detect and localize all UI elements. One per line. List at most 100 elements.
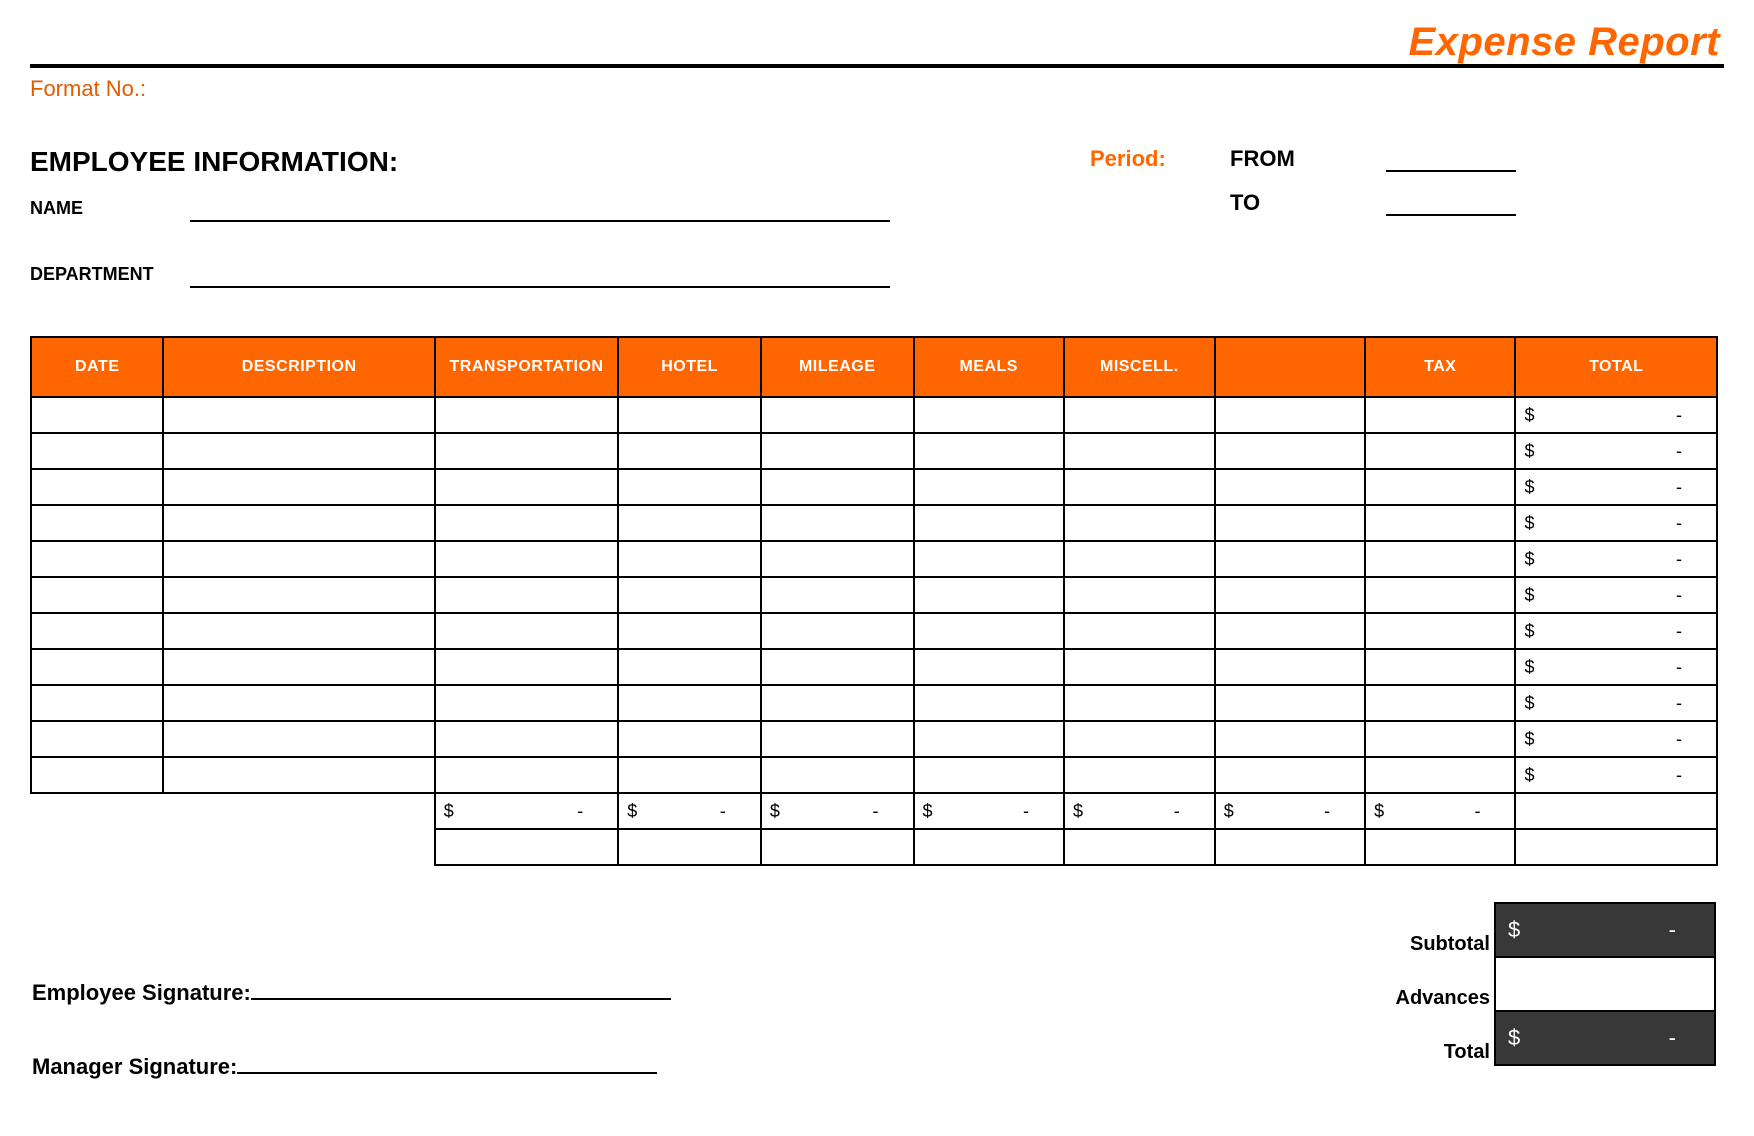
table-cell[interactable] (31, 613, 163, 649)
table-cell[interactable] (618, 505, 761, 541)
table-cell[interactable] (914, 469, 1064, 505)
table-cell[interactable] (435, 505, 619, 541)
table-cell[interactable] (1215, 577, 1365, 613)
table-cell[interactable] (914, 757, 1064, 793)
table-cell[interactable] (31, 397, 163, 433)
table-cell[interactable] (761, 541, 914, 577)
table-cell[interactable] (435, 433, 619, 469)
table-cell[interactable] (435, 397, 619, 433)
table-cell[interactable] (914, 649, 1064, 685)
table-cell[interactable] (761, 757, 914, 793)
table-cell[interactable] (1215, 685, 1365, 721)
table-cell[interactable] (1064, 649, 1215, 685)
table-cell[interactable] (435, 649, 619, 685)
table-cell[interactable] (1215, 721, 1365, 757)
table-cell[interactable] (761, 613, 914, 649)
table-cell[interactable] (761, 721, 914, 757)
table-cell[interactable] (1365, 397, 1515, 433)
table-cell[interactable] (618, 577, 761, 613)
table-cell[interactable] (914, 685, 1064, 721)
table-cell[interactable] (163, 541, 434, 577)
table-cell[interactable] (163, 613, 434, 649)
table-cell[interactable] (761, 505, 914, 541)
table-cell[interactable] (1215, 649, 1365, 685)
table-cell[interactable] (163, 505, 434, 541)
table-cell[interactable] (914, 613, 1064, 649)
table-cell[interactable] (31, 649, 163, 685)
table-cell[interactable] (31, 505, 163, 541)
table-cell[interactable] (163, 577, 434, 613)
table-cell[interactable] (761, 397, 914, 433)
table-cell[interactable] (435, 685, 619, 721)
table-cell[interactable] (31, 685, 163, 721)
table-cell[interactable] (618, 721, 761, 757)
advances-value[interactable] (1495, 957, 1715, 1011)
table-cell[interactable] (1064, 685, 1215, 721)
table-cell[interactable] (31, 433, 163, 469)
table-cell[interactable] (1215, 397, 1365, 433)
table-cell[interactable] (163, 721, 434, 757)
table-cell[interactable] (618, 613, 761, 649)
table-cell[interactable] (31, 469, 163, 505)
table-cell[interactable] (31, 541, 163, 577)
table-cell[interactable] (618, 685, 761, 721)
table-cell[interactable] (1064, 397, 1215, 433)
table-cell[interactable] (914, 541, 1064, 577)
table-cell[interactable] (1365, 721, 1515, 757)
table-cell[interactable] (1064, 469, 1215, 505)
table-cell[interactable] (1064, 721, 1215, 757)
table-cell[interactable] (1064, 613, 1215, 649)
table-cell[interactable] (1064, 433, 1215, 469)
table-cell[interactable] (1064, 541, 1215, 577)
table-cell[interactable] (761, 469, 914, 505)
table-cell[interactable] (1064, 757, 1215, 793)
table-cell[interactable] (1215, 469, 1365, 505)
table-cell[interactable] (435, 613, 619, 649)
table-cell[interactable] (1365, 577, 1515, 613)
table-cell[interactable] (1215, 613, 1365, 649)
table-cell[interactable] (618, 397, 761, 433)
table-cell[interactable] (31, 757, 163, 793)
table-cell[interactable] (1215, 541, 1365, 577)
table-cell[interactable] (1365, 469, 1515, 505)
table-cell[interactable] (618, 757, 761, 793)
table-cell[interactable] (1215, 433, 1365, 469)
employee-signature-line[interactable] (251, 998, 671, 1000)
table-cell[interactable] (761, 649, 914, 685)
table-cell[interactable] (761, 577, 914, 613)
table-cell[interactable] (435, 541, 619, 577)
table-cell[interactable] (618, 469, 761, 505)
table-cell[interactable] (435, 469, 619, 505)
table-cell[interactable] (1365, 541, 1515, 577)
table-cell[interactable] (1365, 649, 1515, 685)
table-cell[interactable] (1365, 613, 1515, 649)
table-cell[interactable] (914, 397, 1064, 433)
period-to-line[interactable] (1386, 214, 1516, 216)
table-cell[interactable] (163, 685, 434, 721)
table-cell[interactable] (761, 433, 914, 469)
table-cell[interactable] (435, 721, 619, 757)
table-cell[interactable] (1064, 505, 1215, 541)
table-cell[interactable] (618, 541, 761, 577)
table-cell[interactable] (435, 757, 619, 793)
table-cell[interactable] (618, 433, 761, 469)
table-cell[interactable] (163, 757, 434, 793)
name-field-line[interactable] (190, 220, 890, 222)
table-cell[interactable] (914, 505, 1064, 541)
table-cell[interactable] (31, 577, 163, 613)
department-field-line[interactable] (190, 286, 890, 288)
table-cell[interactable] (1064, 577, 1215, 613)
period-from-line[interactable] (1386, 170, 1516, 172)
table-cell[interactable] (1365, 505, 1515, 541)
table-cell[interactable] (914, 721, 1064, 757)
table-cell[interactable] (1365, 685, 1515, 721)
table-cell[interactable] (914, 577, 1064, 613)
table-cell[interactable] (914, 433, 1064, 469)
table-cell[interactable] (163, 469, 434, 505)
table-cell[interactable] (163, 433, 434, 469)
table-cell[interactable] (618, 649, 761, 685)
table-cell[interactable] (31, 721, 163, 757)
table-cell[interactable] (163, 649, 434, 685)
manager-signature-line[interactable] (237, 1072, 657, 1074)
table-cell[interactable] (1365, 433, 1515, 469)
